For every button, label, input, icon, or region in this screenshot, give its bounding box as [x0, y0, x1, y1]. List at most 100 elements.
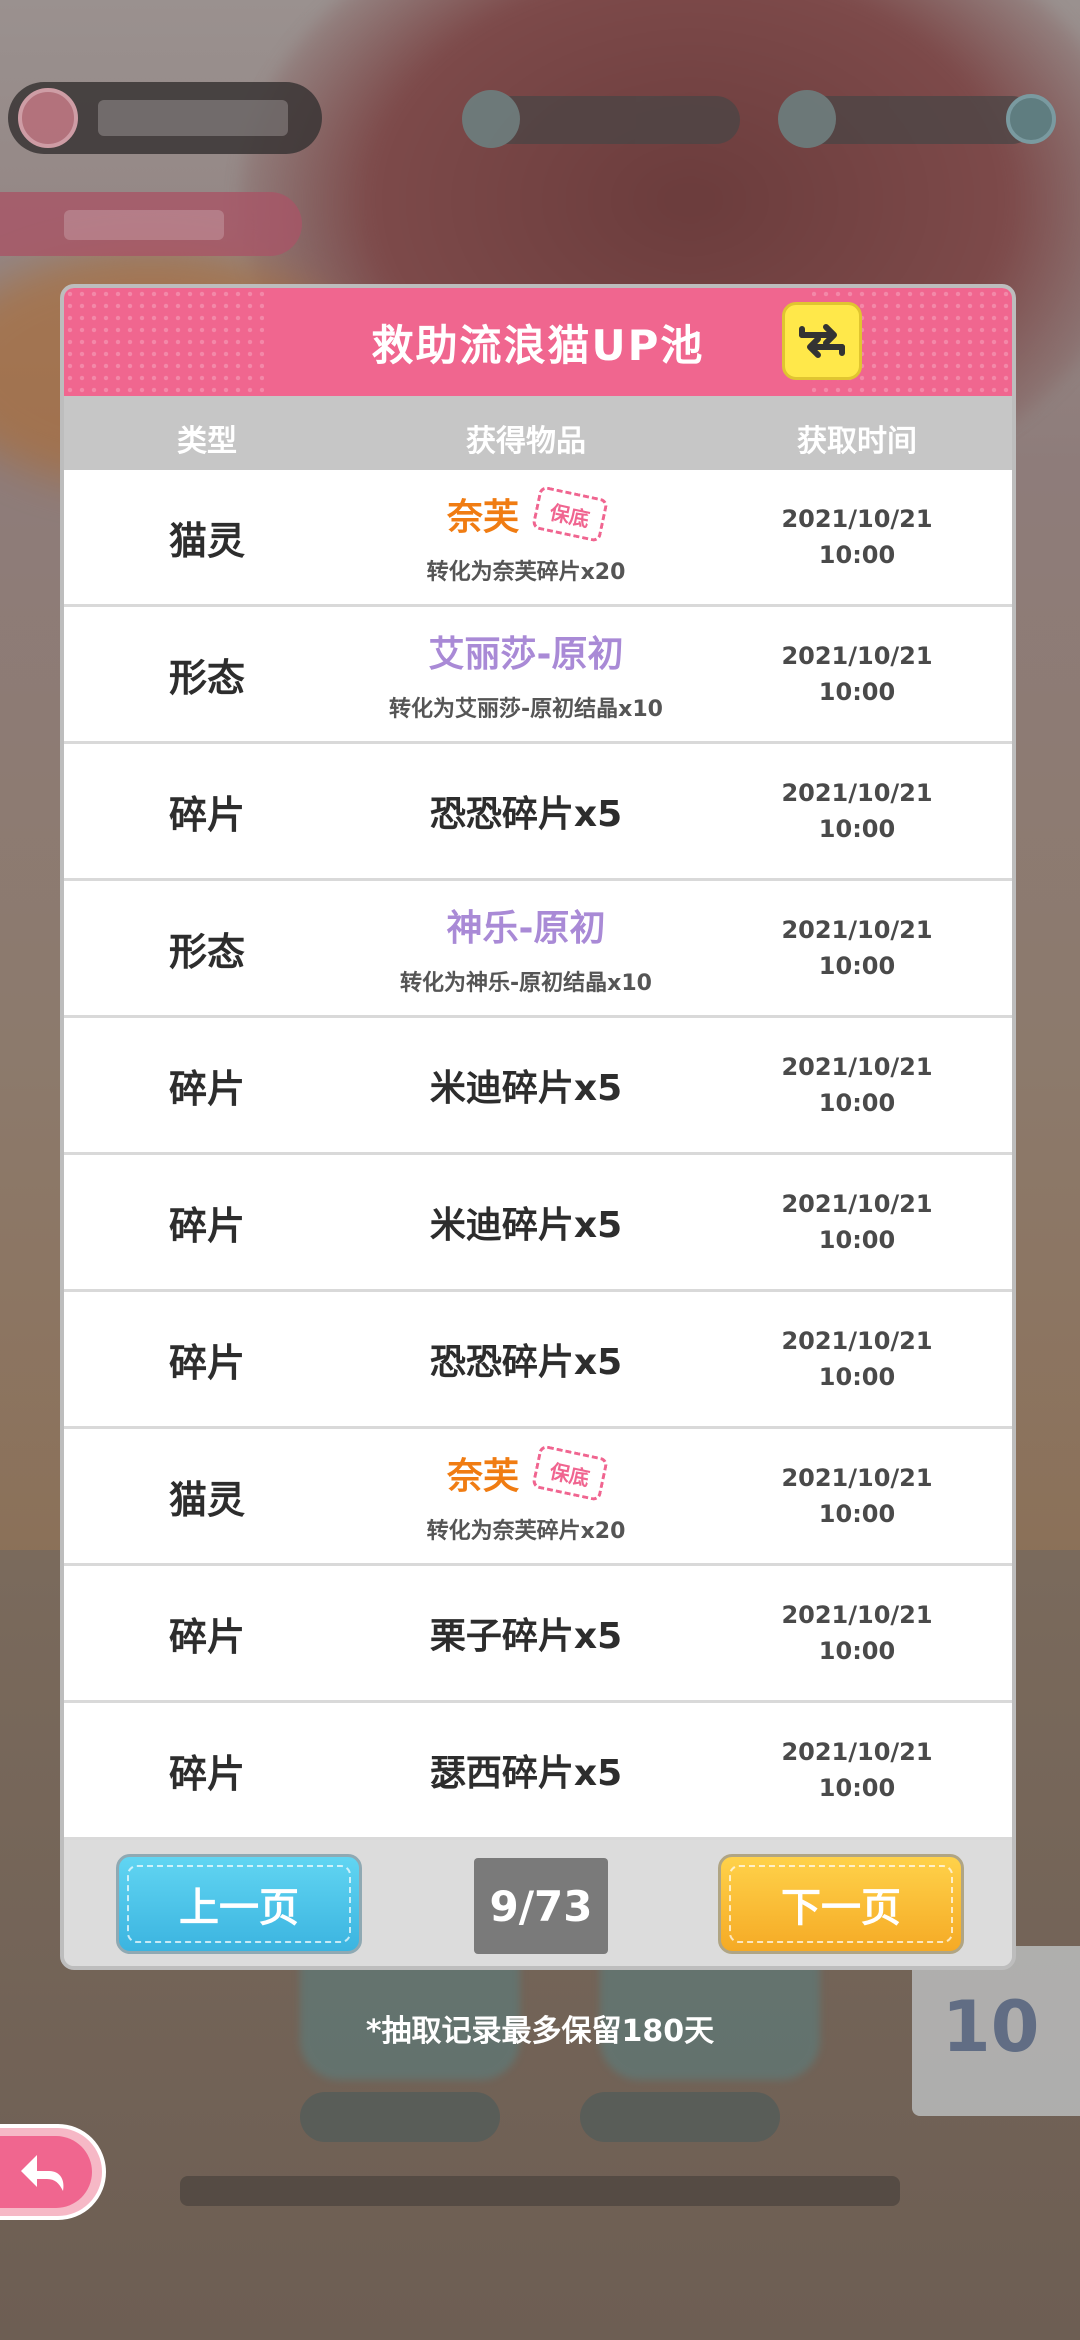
item-type: 猫灵	[168, 518, 245, 563]
conversion-text: 转化为奈芙碎片x20	[426, 560, 626, 585]
obtain-clock: 10:00	[818, 1363, 896, 1391]
time-cell: 2021/10/21 10:00	[702, 744, 1012, 878]
item-name: 奈芙	[446, 497, 519, 538]
item-cell: 恐恐碎片x5	[350, 744, 702, 878]
item-name: 恐恐碎片x5	[429, 1342, 623, 1383]
background-pill	[300, 2092, 500, 2142]
table-row: 碎片 米迪碎片x5 2021/10/21 10:00	[64, 1155, 1012, 1289]
item-cell: 米迪碎片x5	[350, 1018, 702, 1152]
obtain-date: 2021/10/21	[781, 779, 933, 807]
item-cell: 栗子碎片x5	[350, 1566, 702, 1700]
item-name: 瑟西碎片x5	[429, 1753, 623, 1794]
currency-pill	[462, 90, 740, 148]
column-header-type: 类型	[177, 424, 237, 459]
draw-record-dialog: 救助流浪猫UP池 类型 获得物品 获取时间 猫灵 奈芙 保底 转化为奈芙碎片x20 20…	[60, 284, 1016, 1970]
item-name: 艾丽莎-原初	[428, 634, 624, 675]
obtain-clock: 10:00	[818, 1637, 896, 1665]
conversion-text: 转化为神乐-原初结晶x10	[400, 971, 652, 996]
time-cell: 2021/10/21 10:00	[702, 470, 1012, 604]
switch-pool-button[interactable]	[782, 302, 862, 380]
item-type: 猫灵	[168, 1477, 245, 1522]
item-type: 碎片	[168, 1340, 245, 1385]
obtain-date: 2021/10/21	[781, 1327, 933, 1355]
obtain-clock: 10:00	[818, 952, 896, 980]
obtain-date: 2021/10/21	[781, 916, 933, 944]
table-row: 形态 艾丽莎-原初转化为艾丽莎-原初结晶x10 2021/10/21 10:00	[64, 607, 1012, 741]
item-name: 米迪碎片x5	[429, 1205, 623, 1246]
player-profile-badge	[8, 82, 322, 154]
guarantee-stamp: 保底	[531, 485, 609, 543]
background-text-line	[180, 2176, 900, 2206]
item-cell: 米迪碎片x5	[350, 1155, 702, 1289]
prev-page-button[interactable]: 上一页	[116, 1854, 362, 1954]
conversion-text: 转化为艾丽莎-原初结晶x10	[389, 697, 663, 722]
table-row: 碎片 瑟西碎片x5 2021/10/21 10:00	[64, 1703, 1012, 1837]
back-arrow-icon	[21, 2155, 64, 2191]
item-name: 神乐-原初	[446, 908, 606, 949]
obtain-date: 2021/10/21	[781, 1190, 933, 1218]
table-row: 猫灵 奈芙 保底转化为奈芙碎片x20 2021/10/21 10:00	[64, 1429, 1012, 1563]
obtain-clock: 10:00	[818, 541, 896, 569]
gem-pill	[778, 90, 1036, 148]
time-cell: 2021/10/21 10:00	[702, 881, 1012, 1015]
obtain-date: 2021/10/21	[781, 1601, 933, 1629]
obtain-clock: 10:00	[818, 1226, 896, 1254]
time-cell: 2021/10/21 10:00	[702, 1155, 1012, 1289]
obtain-clock: 10:00	[818, 678, 896, 706]
item-type: 碎片	[168, 1614, 245, 1659]
item-cell: 恐恐碎片x5	[350, 1292, 702, 1426]
item-type: 碎片	[168, 1066, 245, 1111]
item-name: 恐恐碎片x5	[429, 794, 623, 835]
item-cell: 神乐-原初转化为神乐-原初结晶x10	[350, 881, 702, 1015]
item-cell: 奈芙 保底转化为奈芙碎片x20	[350, 1429, 702, 1563]
avatar	[18, 88, 78, 148]
dialog-title: 救助流浪猫UP池	[371, 321, 705, 370]
conversion-text: 转化为奈芙碎片x20	[426, 1519, 626, 1544]
item-name: 奈芙	[446, 1456, 519, 1497]
background-pill	[580, 2092, 780, 2142]
column-header-item: 获得物品	[466, 424, 586, 459]
time-cell: 2021/10/21 10:00	[702, 1018, 1012, 1152]
obtain-clock: 10:00	[818, 1774, 896, 1802]
table-row: 形态 神乐-原初转化为神乐-原初结晶x10 2021/10/21 10:00	[64, 881, 1012, 1015]
time-cell: 2021/10/21 10:00	[702, 1429, 1012, 1563]
obtain-date: 2021/10/21	[781, 505, 933, 533]
retention-note: *抽取记录最多保留180天	[365, 2014, 715, 2049]
back-button[interactable]	[0, 2124, 106, 2220]
dialog-header: 救助流浪猫UP池	[64, 288, 1012, 396]
obtain-clock: 10:00	[818, 1500, 896, 1528]
time-cell: 2021/10/21 10:00	[702, 607, 1012, 741]
draw-record-tab	[0, 192, 302, 256]
next-page-button[interactable]: 下一页	[718, 1854, 964, 1954]
table-row: 碎片 米迪碎片x5 2021/10/21 10:00	[64, 1018, 1012, 1152]
item-type: 形态	[168, 929, 245, 974]
item-type: 碎片	[168, 792, 245, 837]
page-indicator: 9/73	[474, 1858, 608, 1954]
obtain-date: 2021/10/21	[781, 1053, 933, 1081]
add-currency-icon	[1006, 94, 1056, 144]
item-type: 形态	[168, 655, 245, 700]
time-cell: 2021/10/21 10:00	[702, 1703, 1012, 1837]
item-type: 碎片	[168, 1203, 245, 1248]
swap-arrows-icon	[799, 324, 845, 358]
obtain-clock: 10:00	[818, 1089, 896, 1117]
table-row: 猫灵 奈芙 保底转化为奈芙碎片x20 2021/10/21 10:00	[64, 470, 1012, 604]
table-row: 碎片 栗子碎片x5 2021/10/21 10:00	[64, 1566, 1012, 1700]
item-name: 米迪碎片x5	[429, 1068, 623, 1109]
item-cell: 瑟西碎片x5	[350, 1703, 702, 1837]
table-row: 碎片 恐恐碎片x5 2021/10/21 10:00	[64, 1292, 1012, 1426]
item-cell: 奈芙 保底转化为奈芙碎片x20	[350, 470, 702, 604]
table-header: 类型 获得物品 获取时间	[64, 396, 1012, 470]
item-name: 栗子碎片x5	[429, 1616, 623, 1657]
item-cell: 艾丽莎-原初转化为艾丽莎-原初结晶x10	[350, 607, 702, 741]
obtain-date: 2021/10/21	[781, 1738, 933, 1766]
pagination-bar: 上一页 9/73 下一页	[64, 1840, 1012, 1966]
obtain-clock: 10:00	[818, 815, 896, 843]
time-cell: 2021/10/21 10:00	[702, 1566, 1012, 1700]
table-row: 碎片 恐恐碎片x5 2021/10/21 10:00	[64, 744, 1012, 878]
obtain-date: 2021/10/21	[781, 642, 933, 670]
column-header-time: 获取时间	[797, 424, 917, 459]
guarantee-stamp: 保底	[531, 1444, 609, 1502]
obtain-date: 2021/10/21	[781, 1464, 933, 1492]
item-type: 碎片	[168, 1751, 245, 1796]
